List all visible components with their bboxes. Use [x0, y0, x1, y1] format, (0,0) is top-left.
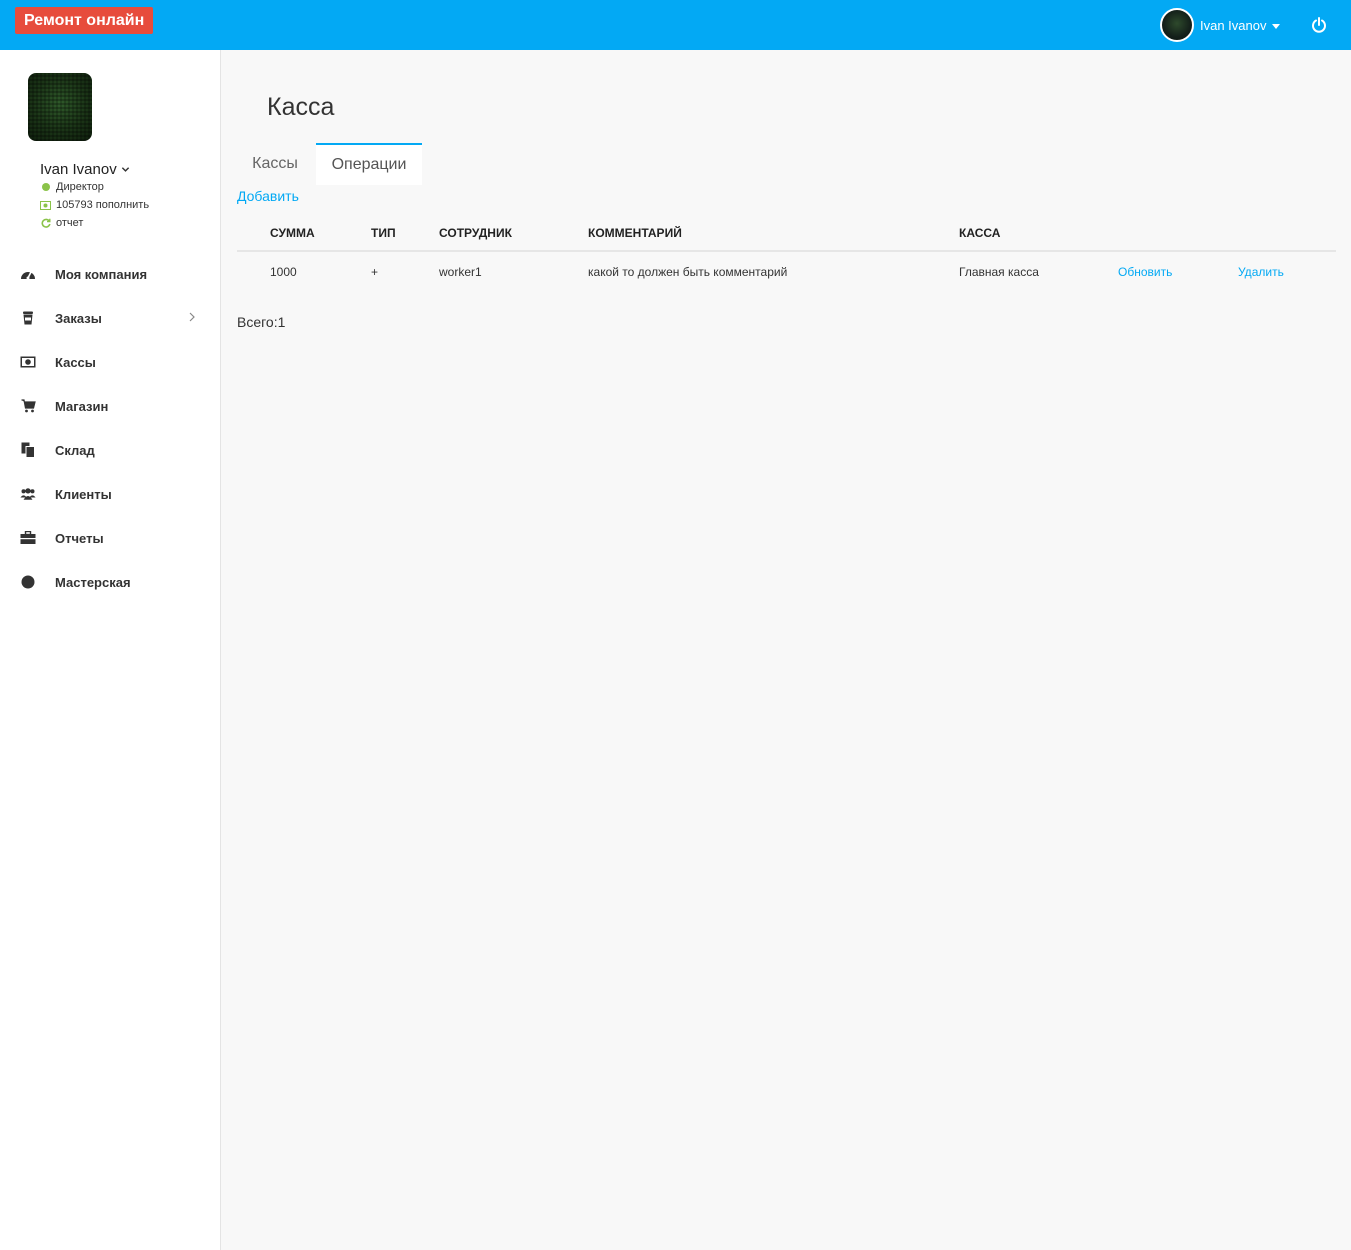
- column-header-comment: КОММЕНТАРИЙ: [588, 216, 959, 252]
- column-header-sum: СУММА: [237, 216, 371, 252]
- tab-operations[interactable]: Операции: [316, 143, 422, 185]
- briefcase-icon: [20, 530, 36, 546]
- cell-comment: какой то должен быть комментарий: [588, 265, 788, 279]
- sidebar-item-workshop[interactable]: Мастерская: [0, 560, 220, 604]
- sidebar-item-kassy[interactable]: Кассы: [0, 340, 220, 384]
- sidebar-item-my-company[interactable]: Моя компания: [0, 252, 220, 296]
- cell-sum: 1000: [270, 265, 297, 279]
- profile-avatar: [28, 73, 92, 141]
- user-menu[interactable]: Ivan Ivanov: [1160, 8, 1280, 42]
- sidebar-item-label: Кассы: [55, 354, 96, 370]
- balance-link[interactable]: 105793 пополнить: [40, 199, 149, 211]
- chevron-right-icon: [189, 312, 195, 322]
- column-header-kassa: КАССА: [959, 216, 1118, 252]
- sidebar-item-label: Склад: [55, 442, 95, 458]
- column-header-type: ТИП: [371, 216, 439, 252]
- role-text: Директор: [56, 181, 104, 193]
- profile-role: Директор: [40, 181, 104, 193]
- power-icon[interactable]: [1309, 15, 1329, 35]
- page-title: Касса: [267, 93, 335, 121]
- users-icon: [20, 486, 36, 502]
- copy-icon: [20, 442, 36, 458]
- sidebar-item-warehouse[interactable]: Склад: [0, 428, 220, 472]
- circle-icon: [20, 574, 36, 590]
- sidebar-item-label: Отчеты: [55, 530, 104, 546]
- operations-table: СУММА ТИП СОТРУДНИК КОММЕНТАРИЙ КАССА 10…: [237, 216, 1336, 292]
- sidebar-item-orders[interactable]: Заказы: [0, 296, 220, 340]
- caret-down-icon: [1271, 23, 1280, 29]
- tab-kassy[interactable]: Кассы: [237, 143, 313, 185]
- top-bar: Ремонт онлайн Ivan Ivanov: [0, 0, 1351, 50]
- cell-kassa: Главная касса: [959, 265, 1039, 279]
- sidebar-item-label: Заказы: [55, 310, 102, 326]
- table-header-row: СУММА ТИП СОТРУДНИК КОММЕНТАРИЙ КАССА: [237, 216, 1336, 252]
- sidebar-item-label: Магазин: [55, 398, 109, 414]
- chevron-down-icon: [121, 167, 129, 172]
- profile-name-dropdown[interactable]: Ivan Ivanov: [40, 161, 130, 178]
- sidebar-item-label: Мастерская: [55, 574, 131, 590]
- dashboard-icon: [20, 266, 36, 282]
- update-link[interactable]: Обновить: [1118, 265, 1172, 279]
- sidebar-item-clients[interactable]: Клиенты: [0, 472, 220, 516]
- money-icon: [40, 200, 51, 211]
- add-button[interactable]: Добавить: [237, 188, 299, 204]
- column-header-employee: СОТРУДНИК: [439, 216, 588, 252]
- avatar: [1160, 8, 1194, 42]
- delete-link[interactable]: Удалить: [1238, 265, 1284, 279]
- sidebar: Ivan Ivanov Директор 105793 пополнить от…: [0, 50, 221, 1250]
- brand-logo[interactable]: Ремонт онлайн: [15, 7, 154, 34]
- report-link[interactable]: отчет: [40, 217, 83, 229]
- balance-text: 105793 пополнить: [56, 199, 150, 211]
- cell-type: +: [371, 265, 379, 279]
- report-text: отчет: [56, 217, 84, 229]
- sidebar-item-reports[interactable]: Отчеты: [0, 516, 220, 560]
- refresh-icon: [40, 218, 51, 229]
- total-count: Всего:1: [237, 314, 286, 330]
- sidebar-item-shop[interactable]: Магазин: [0, 384, 220, 428]
- status-online-icon: [40, 182, 51, 193]
- money-icon: [20, 354, 36, 370]
- table-row: 1000 + worker1 какой то должен быть комм…: [237, 251, 1336, 292]
- sidebar-item-label: Клиенты: [55, 486, 112, 502]
- cup-icon: [20, 310, 36, 326]
- sidebar-item-label: Моя компания: [55, 266, 148, 282]
- user-name: Ivan Ivanov: [1200, 17, 1267, 33]
- sidebar-nav: Моя компания Заказы Кассы Магазин Склад …: [0, 252, 220, 604]
- cart-icon: [20, 398, 36, 414]
- cell-employee: worker1: [439, 265, 482, 279]
- column-header-delete: [1238, 216, 1336, 252]
- column-header-update: [1118, 216, 1238, 252]
- profile-name: Ivan Ivanov: [40, 161, 117, 178]
